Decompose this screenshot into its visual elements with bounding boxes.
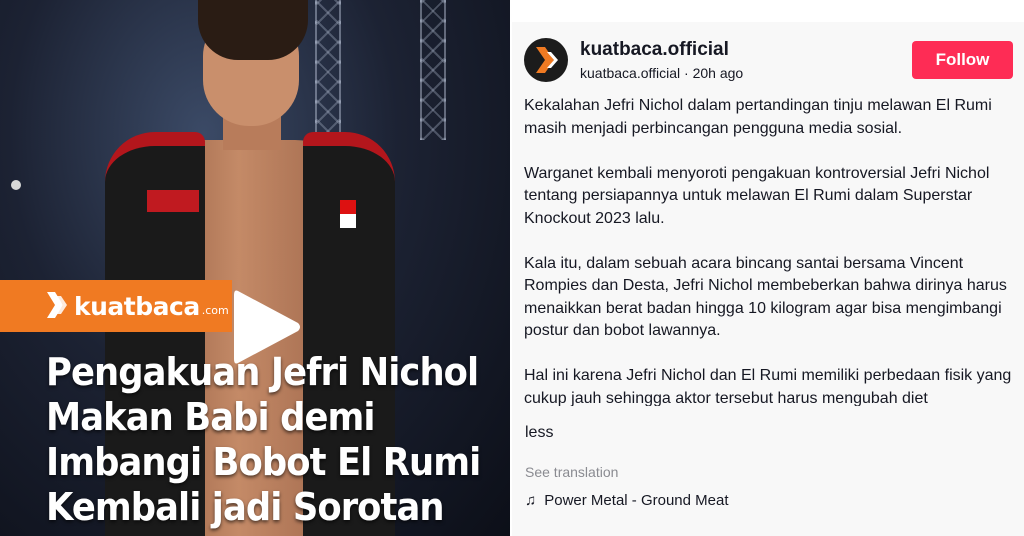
stage-light [11,180,21,190]
avatar[interactable] [524,38,568,82]
kuatbaca-logo-icon [47,292,67,318]
music-link[interactable]: ♫ Power Metal - Ground Meat [525,492,729,509]
post-meta: kuatbaca.official · 20h ago [580,65,744,81]
caption-paragraph: Kala itu, dalam sebuah acara bincang san… [524,254,1007,340]
headline-line: Pengakuan Jefri Nichol [46,350,479,394]
kuatbaca-logo-icon [536,47,558,73]
post-username[interactable]: kuatbaca.official [580,39,729,61]
brand-suffix: .com [201,303,229,317]
music-title: Power Metal - Ground Meat [544,492,729,509]
headline-line: Imbangi Bobot El Rumi [46,440,481,484]
headline-line: Kembali jadi Sorotan [46,485,445,529]
brand-name: kuatbaca [74,291,200,321]
stage-truss [420,0,446,140]
video-headline: Pengakuan Jefri Nichol Makan Babi demi I… [46,350,506,530]
follow-button[interactable]: Follow [912,41,1013,79]
caption-paragraph: Hal ini karena Jefri Nichol dan El Rumi … [524,367,1012,406]
music-note-icon: ♫ [525,492,537,509]
caption-paragraph: Kekalahan Jefri Nichol dalam pertandinga… [524,97,992,137]
less-button[interactable]: less [525,424,553,442]
headline-line: Makan Babi demi [46,395,376,439]
see-translation-link[interactable]: See translation [525,464,618,480]
post-caption: Kekalahan Jefri Nichol dalam pertandinga… [524,95,1014,406]
video-thumbnail[interactable]: kuatbaca .com Pengakuan Jefri Nichol Mak… [0,0,510,536]
caption-paragraph: Warganet kembali menyoroti pengakuan kon… [524,164,990,227]
brand-banner: kuatbaca .com [0,280,232,332]
post-panel: kuatbaca.official kuatbaca.official · 20… [512,22,1024,536]
